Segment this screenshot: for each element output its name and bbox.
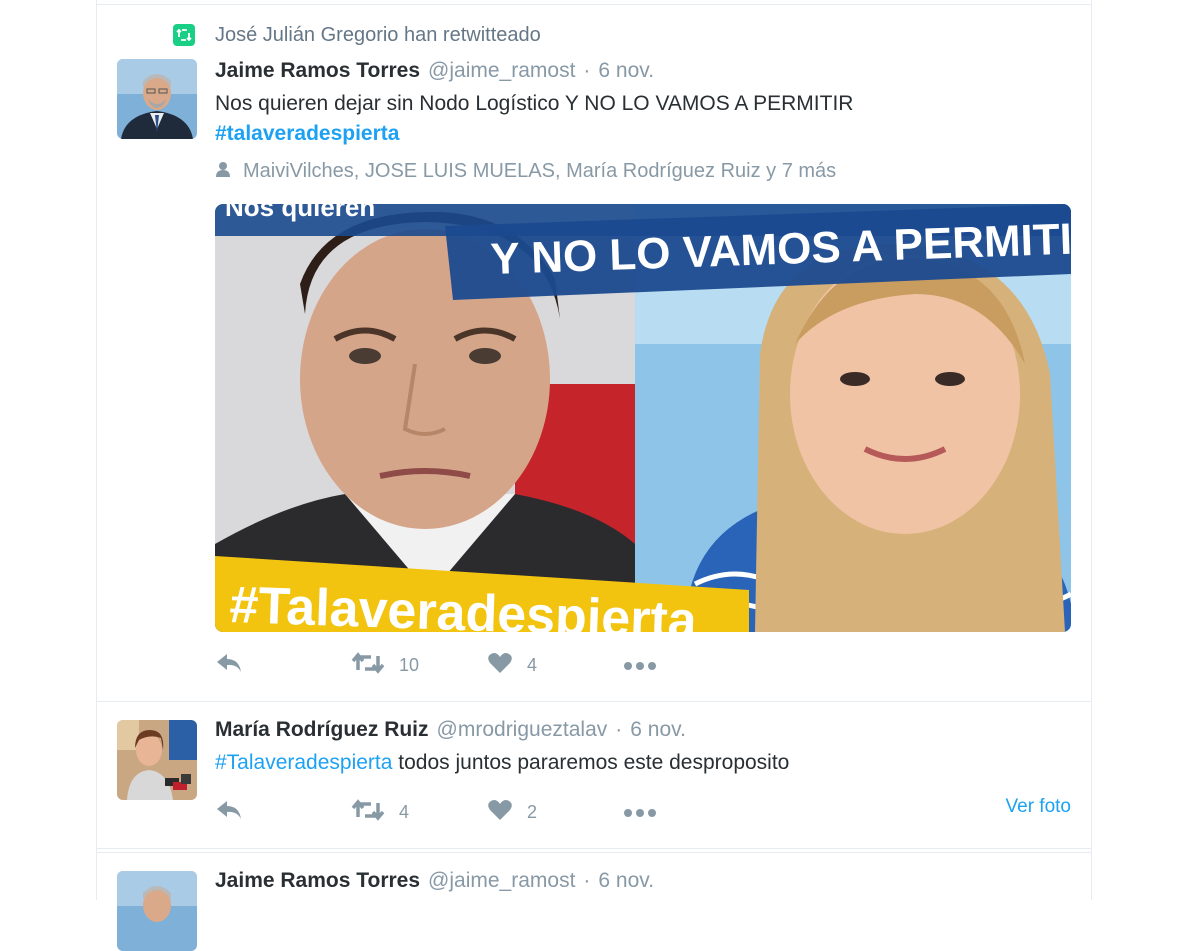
- retweet-icon: [351, 651, 385, 679]
- like-count: 2: [527, 801, 538, 822]
- retweet-context: José Julián Gregorio han retwitteado: [173, 23, 541, 47]
- fullname[interactable]: Jaime Ramos Torres: [215, 869, 420, 893]
- separator-dot: ·: [615, 718, 623, 741]
- tweet-actions: 10 4: [215, 650, 657, 680]
- retweet-button[interactable]: 10: [351, 650, 487, 680]
- timestamp[interactable]: 6 nov.: [630, 718, 686, 742]
- banner-top-partial-text: Nos quieren: [225, 204, 375, 222]
- fullname[interactable]: María Rodríguez Ruiz: [215, 718, 429, 742]
- social-proof-text: MaiviVilches, JOSE LUIS MUELAS, María Ro…: [243, 160, 837, 182]
- retweet-icon: [351, 798, 385, 826]
- more-button[interactable]: [623, 797, 657, 827]
- retweet-button[interactable]: 4: [351, 797, 487, 827]
- tweet[interactable]: María Rodríguez Ruiz @mrodrigueztalav · …: [97, 702, 1091, 849]
- avatar[interactable]: [117, 59, 197, 139]
- social-proof[interactable]: MaiviVilches, JOSE LUIS MUELAS, María Ro…: [215, 160, 836, 183]
- reply-button[interactable]: [215, 797, 351, 827]
- reply-icon: [215, 799, 243, 826]
- timeline: José Julián Gregorio han retwitteado Jai…: [96, 0, 1092, 951]
- retweet-context-icon: [173, 24, 195, 46]
- reply-icon: [215, 652, 243, 679]
- tweet[interactable]: Jaime Ramos Torres @jaime_ramost · 6 nov…: [97, 852, 1091, 951]
- tweet-header: María Rodríguez Ruiz @mrodrigueztalav · …: [215, 718, 686, 742]
- username[interactable]: @jaime_ramost: [428, 869, 575, 893]
- timestamp[interactable]: 6 nov.: [598, 59, 654, 83]
- more-button[interactable]: [623, 650, 657, 680]
- retweet-context-text[interactable]: José Julián Gregorio han retwitteado: [215, 24, 541, 47]
- avatar[interactable]: [117, 720, 197, 800]
- tweet-text-body: Nos quieren dejar sin Nodo Logístico Y N…: [215, 92, 854, 115]
- tweet-text: Nos quieren dejar sin Nodo Logístico Y N…: [215, 89, 1055, 149]
- hashtag-link[interactable]: #Talaveradespierta: [215, 751, 392, 774]
- view-photo-link[interactable]: Ver foto: [1006, 796, 1072, 818]
- tweet[interactable]: José Julián Gregorio han retwitteado Jai…: [97, 4, 1091, 702]
- fullname[interactable]: Jaime Ramos Torres: [215, 59, 420, 83]
- avatar[interactable]: [117, 871, 197, 951]
- tweet-header: Jaime Ramos Torres @jaime_ramost · 6 nov…: [215, 869, 654, 893]
- tweet-actions: 4 2: [215, 797, 657, 827]
- username[interactable]: @jaime_ramost: [428, 59, 575, 83]
- retweet-count: 4: [399, 801, 410, 822]
- reply-button[interactable]: [215, 650, 351, 680]
- tweet-header: Jaime Ramos Torres @jaime_ramost · 6 nov…: [215, 59, 654, 83]
- like-count: 4: [527, 654, 538, 675]
- hashtag-link[interactable]: #talaveradespierta: [215, 122, 399, 145]
- username[interactable]: @mrodrigueztalav: [437, 718, 608, 742]
- more-icon: [623, 655, 657, 676]
- like-icon: [487, 799, 513, 826]
- tweet-text: #Talaveradespierta todos juntos pararemo…: [215, 748, 1055, 778]
- like-icon: [487, 652, 513, 679]
- timestamp[interactable]: 6 nov.: [598, 869, 654, 893]
- like-button[interactable]: 2: [487, 797, 623, 827]
- separator-dot: ·: [583, 59, 591, 82]
- tweet-media[interactable]: Nos quieren Y NO LO VAMOS A PERMITIR #Ta…: [215, 204, 1071, 632]
- tweet-text-body: todos juntos pararemos este desproposito: [398, 751, 790, 774]
- retweet-count: 10: [399, 654, 420, 675]
- more-icon: [623, 802, 657, 823]
- separator-dot: ·: [583, 869, 591, 892]
- person-icon: [215, 160, 231, 183]
- like-button[interactable]: 4: [487, 650, 623, 680]
